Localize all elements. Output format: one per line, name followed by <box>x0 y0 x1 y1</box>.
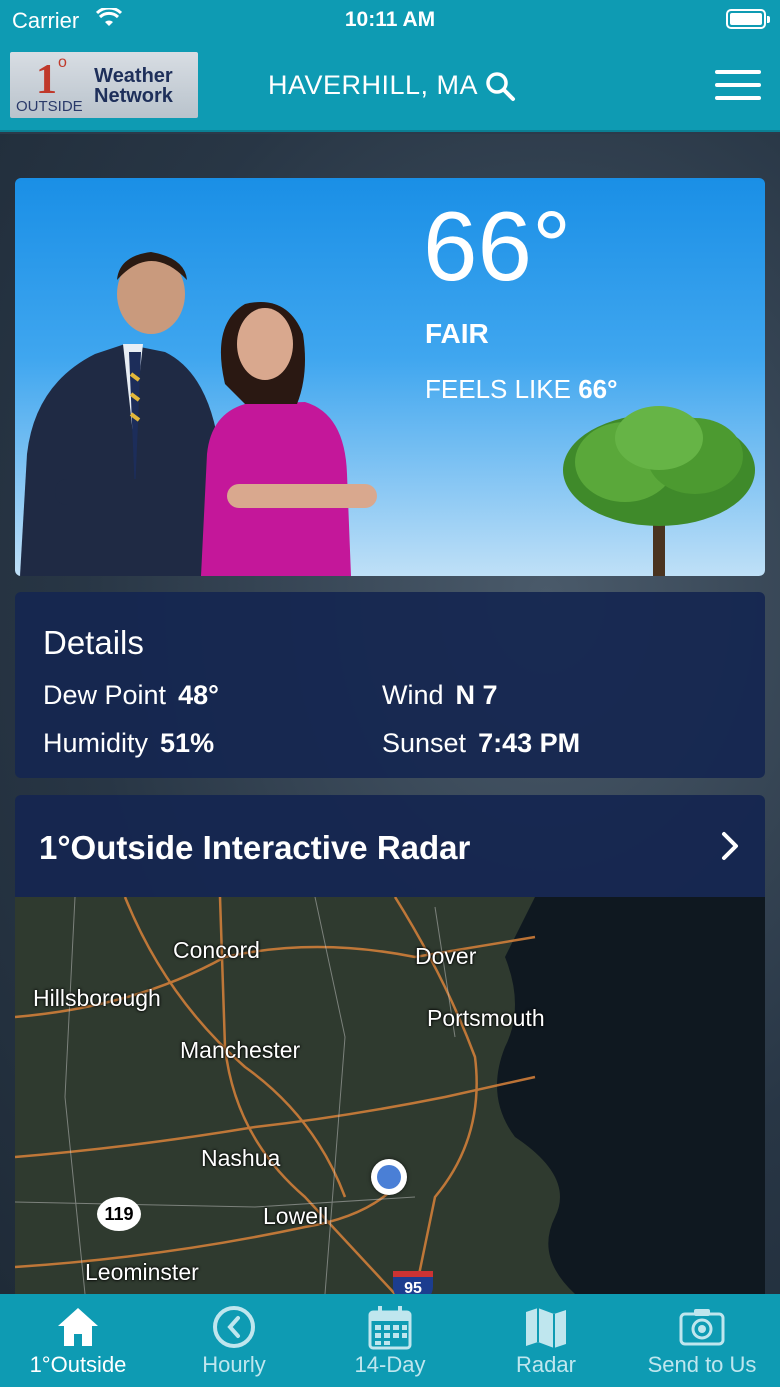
battery-icon <box>726 9 770 29</box>
tab-radar[interactable]: Radar <box>468 1294 624 1387</box>
feels-like-label: FEELS LIKE <box>425 374 571 404</box>
wind-value: N 7 <box>455 680 498 710</box>
search-icon[interactable] <box>484 70 516 102</box>
current-location-marker <box>371 1159 407 1195</box>
tab-label: Hourly <box>202 1352 266 1377</box>
sunset-value: 7:43 PM <box>478 728 581 758</box>
humidity-row: Humidity 51% <box>43 728 214 759</box>
dew-point-row: Dew Point 48° <box>43 680 219 711</box>
map-label-manchester: Manchester <box>180 1037 301 1063</box>
logo-line-1: Weather <box>94 65 173 87</box>
hamburger-menu-icon[interactable] <box>715 70 761 102</box>
status-bar: Carrier 10:11 AM <box>0 0 780 40</box>
wind-label: Wind <box>382 680 444 710</box>
map-label-hillsborough: Hillsborough <box>33 985 161 1011</box>
calendar-icon <box>368 1306 412 1350</box>
meteorologists-image <box>20 252 377 576</box>
tab-label: 1°Outside <box>29 1352 127 1377</box>
current-temperature: 66° <box>423 191 572 301</box>
map-label-lowell: Lowell <box>263 1203 329 1229</box>
tab-14-day[interactable]: 14-Day <box>312 1294 468 1387</box>
radar-link[interactable]: 1°Outside Interactive Radar <box>15 795 765 897</box>
app-logo[interactable]: 1 o OUTSIDE Weather Network <box>10 52 198 118</box>
current-conditions-card: 66° FAIR FEELS LIKE 66° <box>15 178 765 576</box>
tab-1outside[interactable]: 1°Outside <box>0 1294 156 1387</box>
map-label-leominster: Leominster <box>85 1259 199 1285</box>
map-label-dover: Dover <box>415 943 477 969</box>
humidity-label: Humidity <box>43 728 149 758</box>
tab-label: Radar <box>516 1352 576 1377</box>
humidity-value: 51% <box>160 728 215 758</box>
wind-row: Wind N 7 <box>382 680 498 711</box>
camera-icon <box>679 1309 725 1346</box>
tab-send-to-us[interactable]: Send to Us <box>624 1294 780 1387</box>
interstate-95-shield: 95 <box>393 1271 433 1294</box>
logo-degree: o <box>58 54 67 71</box>
chevron-right-icon <box>722 832 738 860</box>
logo-outside: OUTSIDE <box>16 98 83 115</box>
dew-point-value: 48° <box>178 680 219 710</box>
map-label-concord: Concord <box>173 937 260 963</box>
clock-icon <box>213 1306 255 1348</box>
radar-title: 1°Outside Interactive Radar <box>39 829 471 866</box>
map-label-portsmouth: Portsmouth <box>427 1005 545 1031</box>
home-icon <box>58 1308 98 1346</box>
map-terrain <box>15 897 765 1294</box>
details-card: Details Dew Point 48° Wind N 7 Humidity 51%… <box>15 592 765 778</box>
tab-label: Send to Us <box>647 1352 757 1377</box>
tree-image <box>563 406 755 576</box>
details-title: Details <box>43 624 144 661</box>
tab-bar: 1°Outside Hourly 14-Day Radar Send to Us <box>0 1294 780 1387</box>
sunset-row: Sunset 7:43 PM <box>382 728 580 759</box>
current-condition: FAIR <box>425 318 489 349</box>
clock-label: 10:11 AM <box>344 8 436 31</box>
logo-line-2: Network <box>94 85 173 107</box>
location-title[interactable]: HAVERHILL, MA <box>268 70 478 101</box>
map-icon <box>526 1308 566 1348</box>
map-label-nashua: Nashua <box>201 1145 281 1171</box>
app-header: 1 o OUTSIDE Weather Network HAVERHILL, M… <box>0 40 780 132</box>
logo-number: 1 <box>36 57 57 103</box>
route-119-shield: 119 <box>97 1197 141 1231</box>
logo-text: Weather Network <box>94 66 173 106</box>
tab-hourly[interactable]: Hourly <box>156 1294 312 1387</box>
radar-map[interactable]: Concord Dover Hillsborough Portsmouth Ma… <box>15 897 765 1294</box>
dew-point-label: Dew Point <box>43 680 167 710</box>
sunset-label: Sunset <box>382 728 467 758</box>
tab-label: 14-Day <box>354 1352 426 1377</box>
